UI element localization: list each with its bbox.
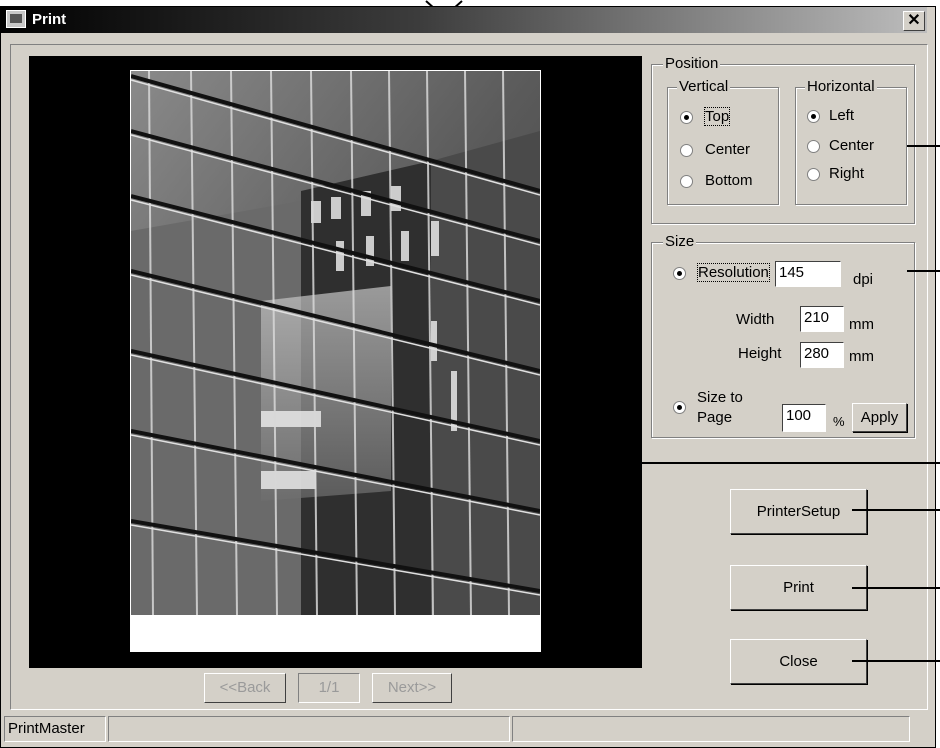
radio-vertical-top[interactable]: [680, 111, 693, 124]
radio-horizontal-center[interactable]: [807, 140, 820, 153]
callout-line-preview: [578, 462, 940, 464]
size-legend: Size: [663, 233, 697, 250]
label-vertical-center[interactable]: Center: [705, 141, 750, 158]
radio-size-to-page[interactable]: [673, 401, 686, 414]
callout-line-close: [852, 660, 940, 662]
label-size-to-page-2[interactable]: Page: [697, 409, 732, 426]
radio-vertical-center[interactable]: [680, 144, 693, 157]
window-close-button[interactable]: ✕: [903, 11, 925, 31]
callout-line-size: [907, 270, 940, 272]
vertical-legend: Vertical: [677, 78, 731, 95]
radio-horizontal-right[interactable]: [807, 168, 820, 181]
title-bar[interactable]: [1, 7, 927, 33]
width-label: Width: [736, 311, 775, 328]
height-unit: mm: [849, 348, 874, 365]
preview-photo: [131, 71, 540, 615]
radio-resolution[interactable]: [673, 267, 686, 280]
label-resolution[interactable]: Resolution: [697, 263, 770, 282]
resolution-unit: dpi: [853, 271, 874, 288]
back-button[interactable]: <<Back: [204, 673, 286, 703]
height-label: Height: [738, 345, 782, 362]
resolution-input[interactable]: 145: [775, 261, 841, 287]
status-panel-2: [108, 716, 510, 742]
percent-unit: %: [833, 414, 845, 429]
height-input[interactable]: 280: [800, 342, 844, 368]
callout-line-position: [907, 145, 940, 147]
label-vertical-top[interactable]: Top: [703, 107, 731, 126]
apply-button[interactable]: Apply: [852, 403, 907, 432]
status-app-name: PrintMaster: [8, 720, 85, 737]
callout-line-print: [852, 587, 940, 589]
close-icon: ✕: [907, 12, 921, 29]
label-size-to-page-1[interactable]: Size to: [697, 389, 743, 406]
horizontal-legend: Horizontal: [805, 78, 877, 95]
width-unit: mm: [849, 316, 874, 333]
label-vertical-bottom[interactable]: Bottom: [705, 172, 753, 189]
position-legend: Position: [663, 55, 721, 72]
label-horizontal-left[interactable]: Left: [829, 107, 854, 124]
page-indicator: 1/1: [298, 673, 360, 703]
status-panel-3: [512, 716, 910, 742]
radio-horizontal-left[interactable]: [807, 110, 820, 123]
label-horizontal-center[interactable]: Center: [829, 137, 874, 154]
percent-input[interactable]: 100: [782, 404, 826, 432]
next-button[interactable]: Next>>: [372, 673, 452, 703]
close-button[interactable]: Close: [730, 639, 867, 684]
printer-setup-button[interactable]: PrinterSetup: [730, 489, 867, 534]
label-horizontal-right[interactable]: Right: [829, 165, 864, 182]
callout-line-printer-setup: [852, 509, 940, 511]
print-button[interactable]: Print: [730, 565, 867, 610]
window-title: Print: [32, 11, 67, 28]
app-icon: [6, 10, 26, 28]
radio-vertical-bottom[interactable]: [680, 175, 693, 188]
width-input[interactable]: 210: [800, 306, 844, 332]
